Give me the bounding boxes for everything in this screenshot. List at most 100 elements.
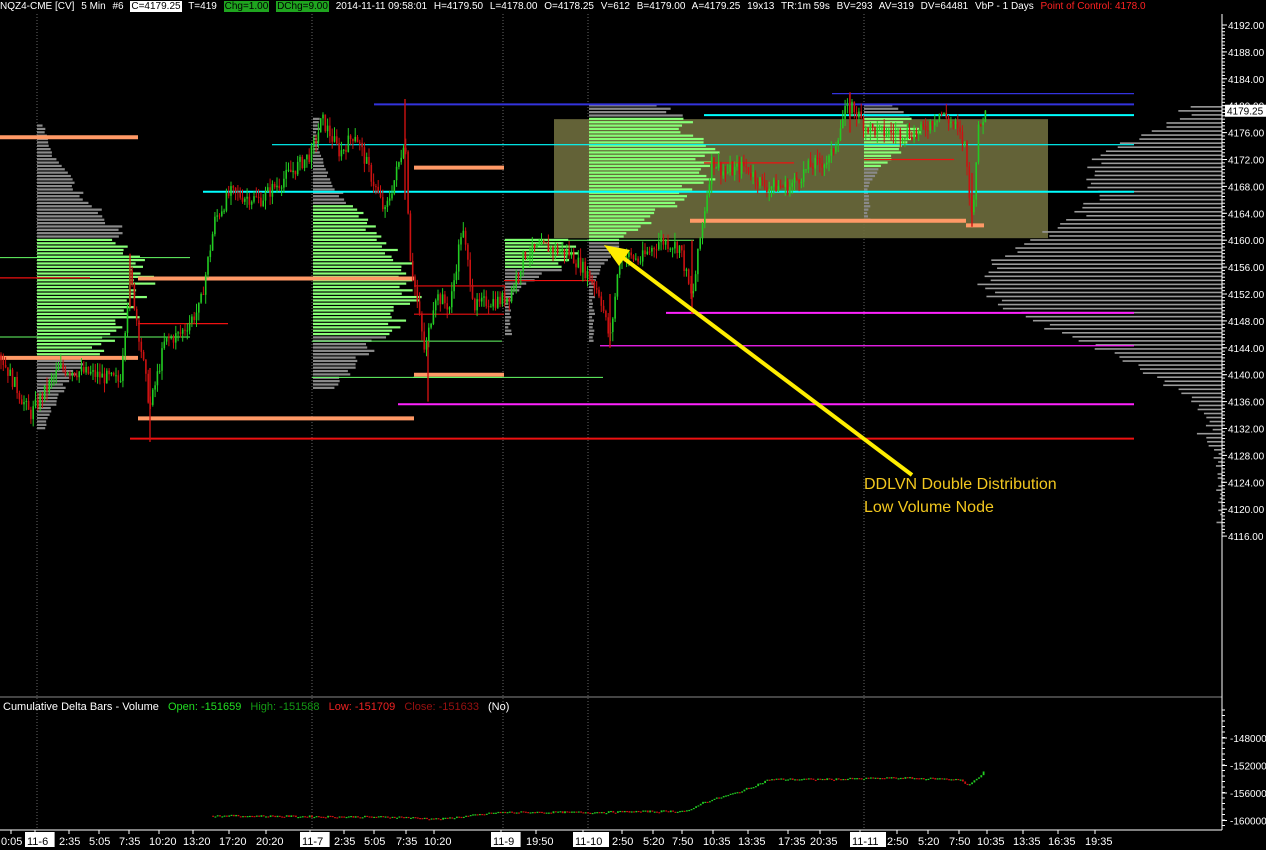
- candle-body: [172, 337, 175, 343]
- price-tick-label: 4188.00: [1228, 48, 1265, 59]
- delta-bar: [715, 797, 718, 799]
- candle-body: [678, 245, 681, 254]
- candle-body: [591, 279, 593, 283]
- delta-tick-label: -148000: [1230, 734, 1266, 745]
- profile-bar: [864, 168, 879, 171]
- candle-body: [536, 244, 538, 248]
- candle-body: [724, 171, 727, 173]
- delta-bar: [810, 778, 812, 780]
- candle-body: [202, 294, 205, 296]
- candle-body: [662, 237, 665, 245]
- composite-profile-bar: [1032, 319, 1222, 322]
- candle-body: [168, 336, 170, 339]
- composite-profile-bar: [1206, 436, 1222, 439]
- candle-body: [545, 242, 547, 244]
- profile-bar: [589, 258, 608, 262]
- candle-body: [676, 242, 678, 254]
- profile-bar: [37, 339, 115, 342]
- profile-bar: [589, 148, 716, 151]
- candle-body: [108, 370, 110, 375]
- profile-bar: [313, 158, 324, 161]
- delta-bar: [269, 815, 272, 818]
- candle-body: [69, 373, 71, 375]
- profile-bar: [589, 117, 684, 120]
- profile-bar: [37, 242, 116, 245]
- delta-bar: [373, 816, 375, 819]
- delta-bar: [327, 815, 329, 818]
- profile-bar: [313, 168, 326, 171]
- composite-profile-bar: [1209, 420, 1222, 423]
- candle-body: [423, 331, 425, 350]
- candle-body: [595, 287, 598, 290]
- delta-bar: [842, 778, 845, 781]
- delta-bar: [495, 812, 497, 814]
- candle-body: [326, 125, 329, 132]
- profile-bar: [37, 252, 123, 255]
- profile-bar: [313, 221, 368, 225]
- delta-bar: [214, 816, 217, 818]
- candle-body: [839, 128, 842, 141]
- price-chart-canvas[interactable]: DDLVN Double Distribution Low Volume Nod…: [0, 0, 1266, 850]
- delta-bar: [681, 810, 684, 812]
- delta-bar: [531, 812, 534, 814]
- delta-bar: [536, 811, 539, 814]
- composite-profile-bar: [1217, 477, 1222, 479]
- delta-bar: [706, 801, 709, 803]
- profile-bar: [37, 258, 145, 262]
- candle-body: [336, 136, 338, 144]
- delta-bar: [451, 817, 454, 819]
- profile-bar: [37, 232, 123, 235]
- profile-bar: [589, 131, 681, 134]
- candle-body: [904, 138, 906, 140]
- annotation-arrow: [616, 252, 914, 477]
- composite-profile-bar: [1099, 198, 1222, 201]
- delta-bar: [651, 810, 654, 812]
- candle-body: [195, 312, 198, 321]
- candle-body: [543, 241, 545, 243]
- candle-body: [117, 375, 120, 382]
- candle-body: [460, 237, 462, 245]
- delta-bar: [387, 816, 389, 818]
- candle-body: [306, 154, 308, 160]
- composite-profile-bar: [1072, 336, 1222, 338]
- candle-body: [793, 177, 796, 183]
- candle-body: [915, 130, 918, 135]
- delta-bar: [568, 811, 571, 813]
- delta-bar: [456, 816, 458, 819]
- composite-profile-bar: [1002, 307, 1222, 310]
- candle-body: [586, 270, 589, 279]
- candle-body: [193, 316, 195, 321]
- candle-body: [218, 215, 221, 217]
- profile-bar: [37, 343, 102, 346]
- profile-bar: [589, 168, 701, 171]
- time-label: 0:05: [1, 836, 22, 848]
- profile-bar: [505, 258, 570, 262]
- profile-bar: [589, 188, 693, 191]
- delta-bar: [660, 810, 663, 813]
- composite-profile-bar: [1178, 110, 1222, 112]
- profile-bar: [589, 255, 611, 258]
- profile-bar: [589, 154, 705, 157]
- composite-profile-bar: [1083, 202, 1222, 205]
- candle-body: [347, 135, 350, 152]
- delta-bar: [430, 818, 433, 820]
- profile-bar: [37, 353, 100, 356]
- candle-body: [494, 299, 497, 308]
- candle-body: [830, 148, 833, 156]
- composite-profile-bar: [1141, 134, 1222, 136]
- delta-bar: [966, 783, 969, 786]
- candle-body: [773, 179, 775, 187]
- candle-body: [400, 157, 402, 163]
- composite-profile-bar: [1119, 356, 1222, 358]
- candle-body: [283, 178, 285, 188]
- delta-bar: [368, 816, 371, 818]
- delta-bar: [750, 787, 753, 789]
- delta-bar: [617, 811, 619, 813]
- candle-body: [908, 129, 911, 137]
- candle-body: [145, 359, 147, 374]
- price-tick-label: 4156.00: [1228, 263, 1265, 274]
- candle-body: [253, 196, 255, 202]
- composite-profile-bar: [984, 275, 1222, 278]
- profile-bar: [313, 322, 389, 326]
- profile-bar: [589, 174, 707, 178]
